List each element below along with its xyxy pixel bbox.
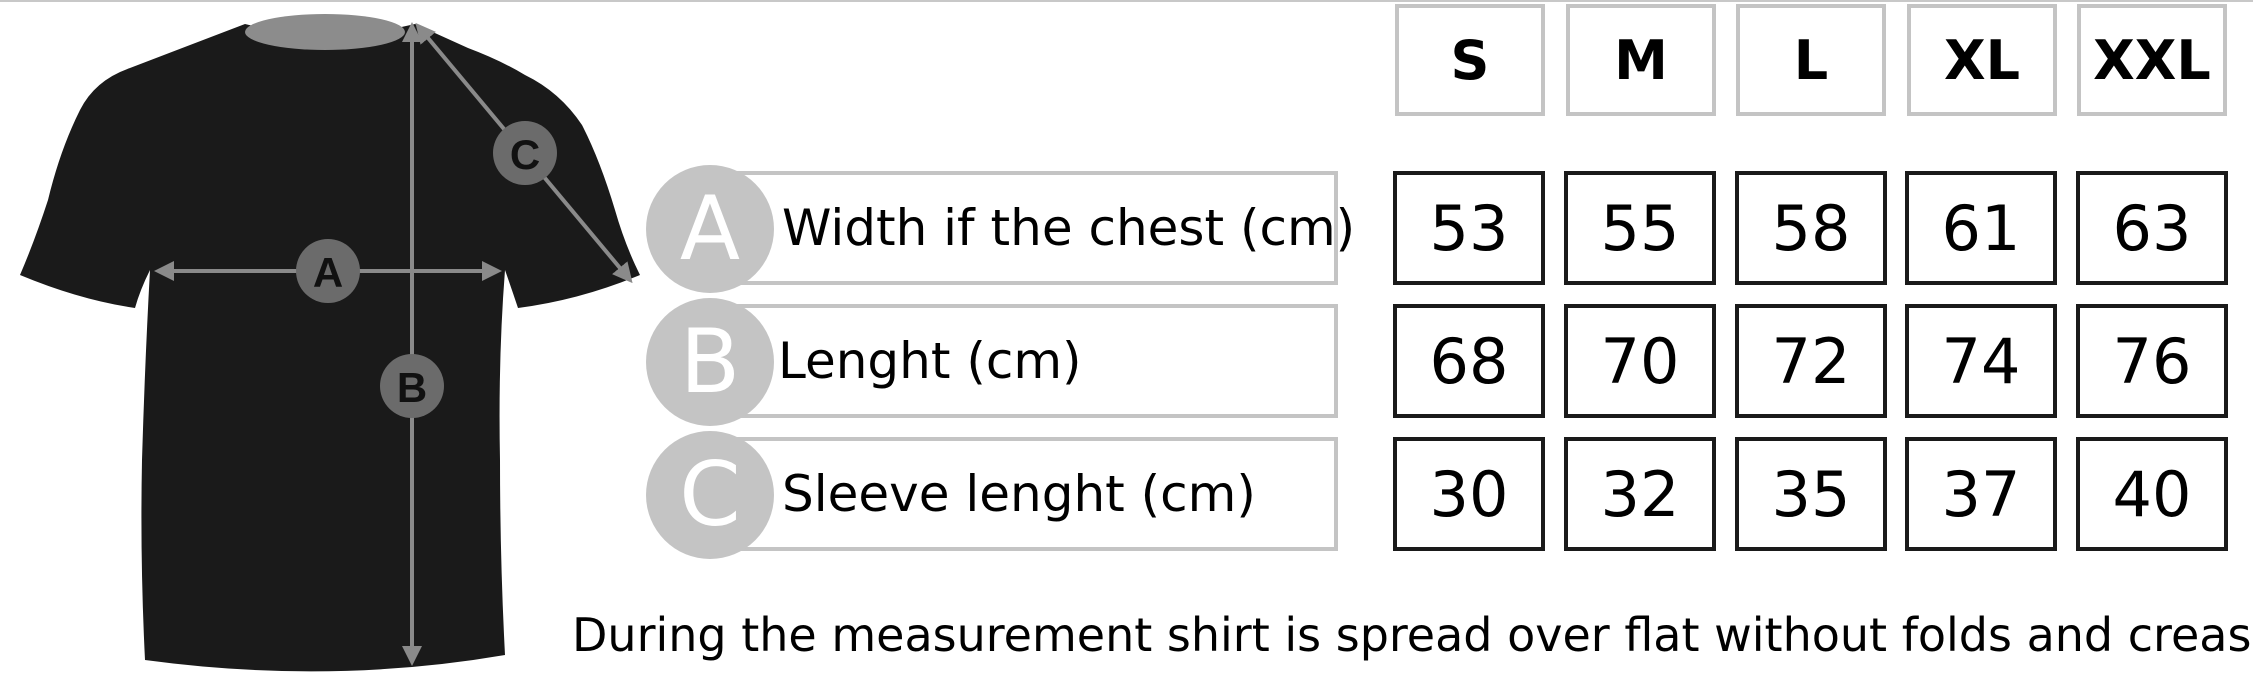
marker-a-label: A — [313, 249, 343, 296]
size-header-m: M — [1566, 4, 1716, 116]
value-b-s: 68 — [1393, 304, 1545, 418]
collar — [245, 14, 405, 50]
value-b-m: 70 — [1564, 304, 1716, 418]
value-a-l: 58 — [1735, 171, 1887, 285]
value-a-xl: 61 — [1905, 171, 2057, 285]
value-b-xxl: 76 — [2076, 304, 2228, 418]
value-b-xl: 74 — [1905, 304, 2057, 418]
size-header-xxl: XXL — [2077, 4, 2227, 116]
measure-row-a: Width if the chest (cm) — [710, 171, 1355, 285]
measure-label-a: Width if the chest (cm) — [782, 199, 1356, 257]
value-c-xl: 37 — [1905, 437, 2057, 551]
value-a-xxl: 63 — [2076, 171, 2228, 285]
measure-row-b: Lenght (cm) — [710, 304, 1338, 418]
value-a-m: 55 — [1564, 171, 1716, 285]
value-b-l: 72 — [1735, 304, 1887, 418]
size-header-xl: XL — [1907, 4, 2057, 116]
measurement-note: During the measurement shirt is spread o… — [572, 608, 2253, 662]
value-c-s: 30 — [1393, 437, 1545, 551]
measure-label-b: Lenght (cm) — [778, 332, 1082, 390]
size-header-l: L — [1736, 4, 1886, 116]
tshirt-body — [20, 24, 640, 672]
tshirt-diagram: A B C — [20, 14, 640, 672]
size-header-s: S — [1395, 4, 1545, 116]
marker-c-label: C — [510, 131, 540, 178]
measure-label-c: Sleeve lenght (cm) — [782, 465, 1256, 523]
measure-letter-b: B — [646, 298, 774, 426]
value-c-m: 32 — [1564, 437, 1716, 551]
measure-letter-c: C — [646, 431, 774, 559]
measure-row-c: Sleeve lenght (cm) — [710, 437, 1338, 551]
value-c-xxl: 40 — [2076, 437, 2228, 551]
measure-letter-a: A — [646, 165, 774, 293]
value-a-s: 53 — [1393, 171, 1545, 285]
value-c-l: 35 — [1735, 437, 1887, 551]
marker-b-label: B — [397, 364, 427, 411]
